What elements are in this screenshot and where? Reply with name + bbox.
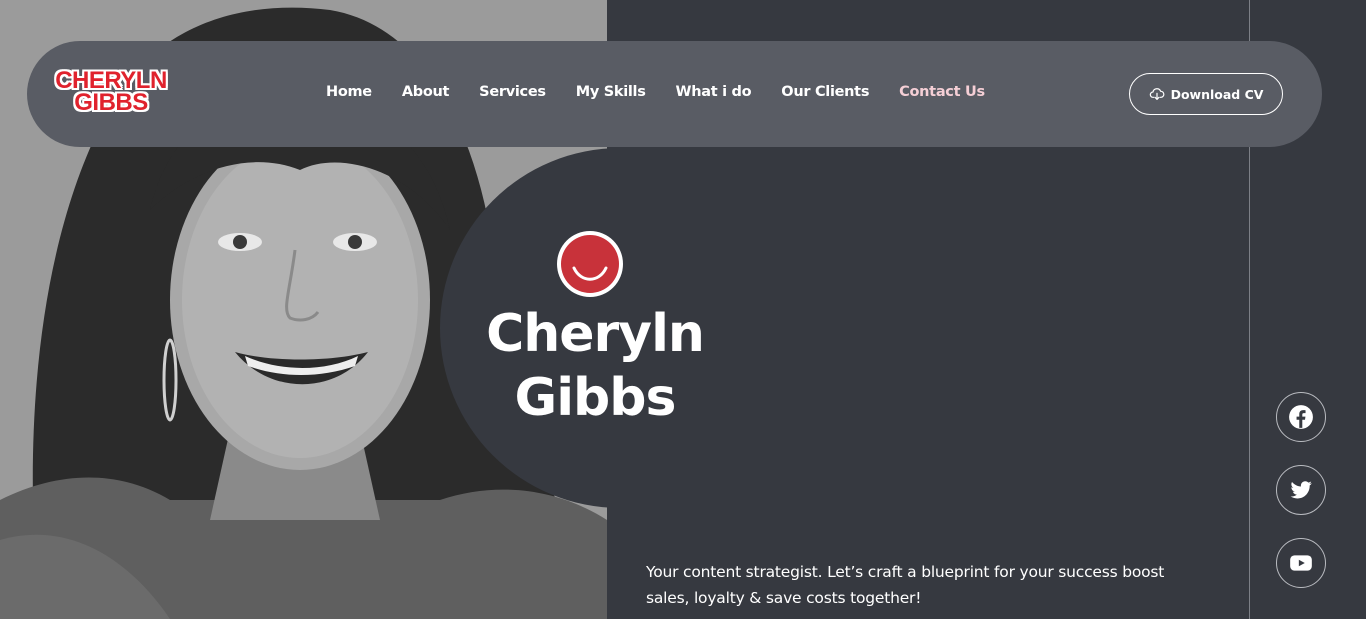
- main-nav: Home About Services My Skills What i do …: [326, 84, 1015, 104]
- site-logo[interactable]: CHERYLN GIBBS: [46, 69, 176, 120]
- nav-services[interactable]: Services: [479, 84, 546, 104]
- nav-what-i-do[interactable]: What i do: [676, 84, 752, 104]
- logo-line2: GIBBS: [74, 89, 148, 116]
- nav-home[interactable]: Home: [326, 84, 372, 104]
- cloud-download-icon: [1149, 88, 1164, 100]
- smile-icon: [557, 231, 623, 297]
- nav-about[interactable]: About: [402, 84, 450, 104]
- twitter-icon: [1290, 481, 1312, 499]
- facebook-icon: [1289, 405, 1313, 429]
- nav-contact-us[interactable]: Contact Us: [899, 84, 985, 104]
- hero-name-first: Cheryln: [486, 304, 705, 364]
- youtube-link[interactable]: [1276, 538, 1326, 588]
- hero-tagline: Your content strategist. Let’s craft a b…: [646, 563, 1165, 607]
- nav-my-skills[interactable]: My Skills: [576, 84, 646, 104]
- page: CHERYLN GIBBS Home About Services My Ski…: [0, 0, 1366, 619]
- nav-our-clients[interactable]: Our Clients: [781, 84, 869, 104]
- download-cv-button[interactable]: Download CV: [1129, 73, 1283, 115]
- twitter-link[interactable]: [1276, 465, 1326, 515]
- download-cv-label: Download CV: [1170, 86, 1264, 102]
- hero-name-last: Gibbs: [514, 368, 677, 428]
- youtube-icon: [1290, 555, 1312, 571]
- hero-name: Cheryln Gibbs: [460, 302, 730, 430]
- facebook-link[interactable]: [1276, 392, 1326, 442]
